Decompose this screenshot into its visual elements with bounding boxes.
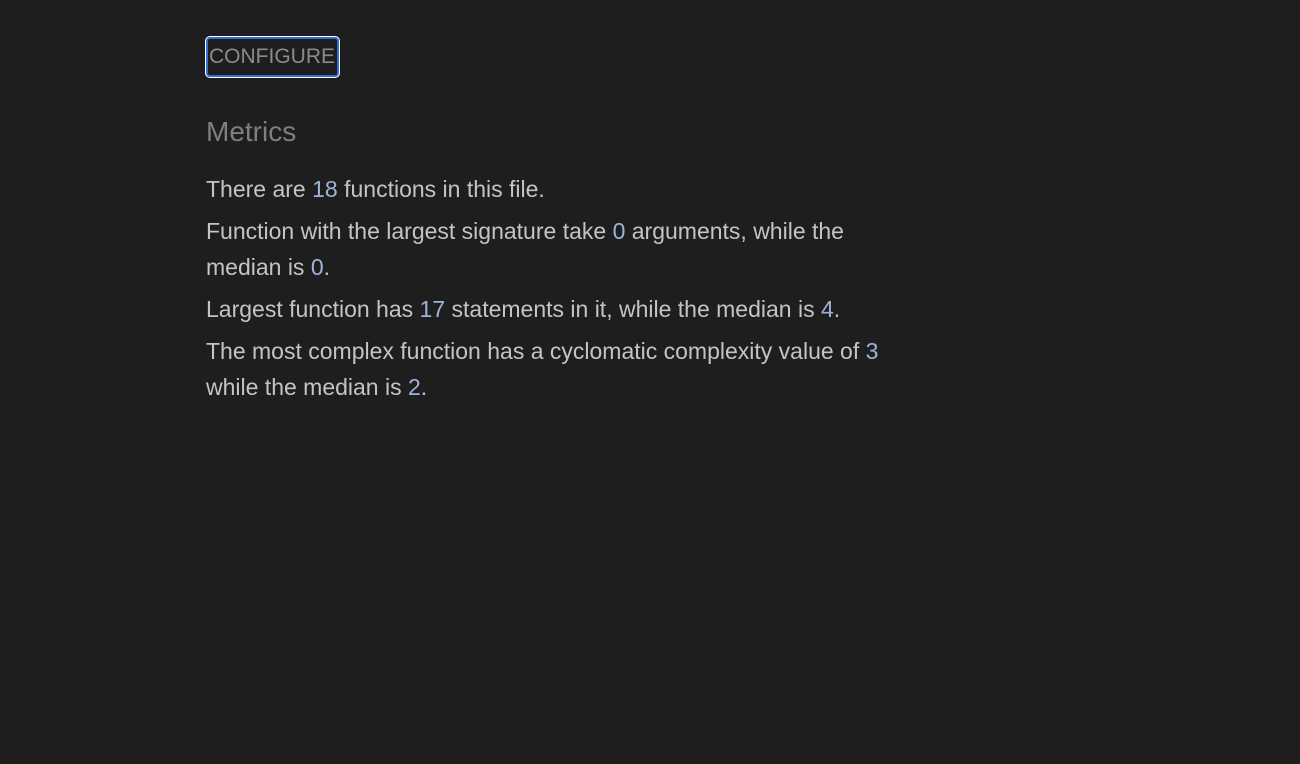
- signature-median-value: 0: [310, 254, 324, 280]
- text-segment: Function with the largest signature take: [206, 218, 613, 244]
- text-segment: .: [323, 254, 331, 280]
- text-segment: The most complex function has a cyclomat…: [206, 338, 866, 364]
- complexity-largest-value: 3: [865, 338, 879, 364]
- text-segment: Largest function has: [206, 296, 420, 322]
- function-count-value: 18: [312, 176, 338, 202]
- text-segment: functions in this file.: [337, 176, 545, 202]
- complexity-median-value: 2: [408, 374, 421, 400]
- complexity-text: The most complex function has a cyclomat…: [206, 333, 916, 405]
- text-segment: .: [420, 374, 428, 400]
- signature-largest-value: 0: [612, 218, 626, 244]
- text-segment: .: [833, 296, 841, 322]
- signature-text: Function with the largest signature take…: [206, 213, 916, 285]
- configure-button[interactable]: CONFIGURE: [206, 37, 339, 77]
- statements-largest-value: 17: [419, 296, 446, 322]
- function-count-text: There are 18 functions in this file.: [206, 171, 916, 207]
- statements-median-value: 4: [820, 296, 834, 322]
- text-segment: while the median is: [206, 374, 408, 400]
- text-segment: statements in it, while the median is: [445, 296, 821, 322]
- text-segment: There are: [206, 176, 313, 202]
- metrics-panel: CONFIGURE Metrics There are 18 functions…: [206, 37, 926, 405]
- metrics-heading: Metrics: [206, 116, 297, 147]
- statements-text: Largest function has 17 statements in it…: [206, 291, 916, 327]
